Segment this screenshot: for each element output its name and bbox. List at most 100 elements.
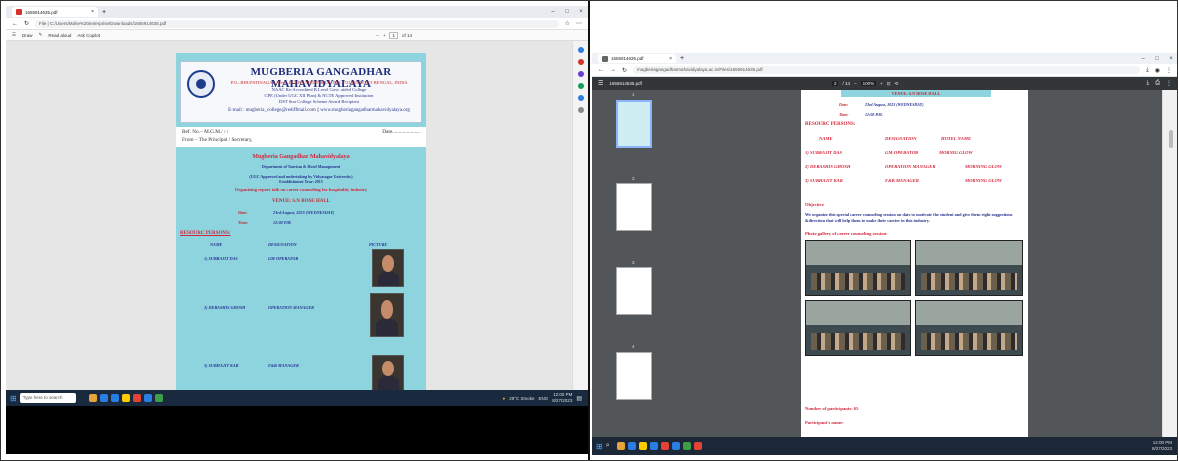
windows-start-icon[interactable]: ⊞ — [10, 394, 17, 403]
office-icon[interactable] — [577, 95, 584, 101]
close-window-button[interactable]: × — [1164, 56, 1178, 62]
app-icon[interactable] — [693, 442, 702, 450]
profile-icon[interactable]: ◉ — [1155, 67, 1160, 74]
file-explorer-icon[interactable] — [88, 394, 97, 402]
copilot-icon[interactable] — [577, 47, 584, 53]
date-label: Date: — [238, 210, 248, 215]
forward-icon[interactable]: → — [610, 67, 616, 73]
zoom-in-button[interactable]: + — [880, 81, 883, 86]
menu-icon[interactable]: ⋮ — [1166, 67, 1172, 74]
date-field: Date..................... — [382, 129, 420, 135]
language[interactable]: ENG — [539, 396, 549, 401]
chrome-icon[interactable] — [660, 442, 669, 450]
taskbar-search[interactable]: Type here to search — [19, 393, 76, 403]
menu-icon[interactable]: ☰ — [598, 80, 603, 87]
page-number-input[interactable]: 2 — [831, 81, 839, 86]
tab-title: 1655914635.pdf — [25, 9, 58, 15]
scroll-thumb[interactable] — [1168, 130, 1173, 148]
rotate-icon[interactable]: ⟲ — [895, 81, 899, 87]
excel-icon[interactable] — [682, 442, 691, 450]
shopping-icon[interactable] — [577, 59, 584, 65]
notification-icon[interactable]: ▤ — [576, 395, 582, 402]
time-label: Time: — [839, 112, 849, 117]
col-hotel: HOTEL NAME — [941, 136, 972, 141]
right-taskbar: ⊞ ⌕ 12:00 PM 8/27/2023 — [592, 437, 1178, 455]
minimize-button[interactable]: – — [546, 9, 560, 15]
right-pdf-tab[interactable]: 1655914635.pdf × — [598, 54, 676, 63]
close-tab-icon[interactable]: × — [669, 56, 672, 62]
person-name: 1) SUBRAJIT DAS — [204, 256, 238, 261]
search-icon[interactable]: ⌕ — [606, 442, 610, 450]
more-icon[interactable]: ⋮ — [1166, 80, 1172, 87]
windows-start-icon[interactable]: ⊞ — [596, 442, 603, 451]
folder-icon[interactable] — [638, 442, 647, 450]
mail-icon[interactable] — [649, 442, 658, 450]
folder-icon[interactable] — [121, 394, 130, 402]
tools-icon[interactable] — [577, 71, 584, 77]
draw-button[interactable]: Draw — [22, 33, 33, 38]
fit-page-icon[interactable]: ⊡ — [887, 81, 891, 87]
url-input[interactable]: File | C:/Users/Mahe%20enterprise/Downlo… — [35, 19, 559, 28]
weather-icon[interactable]: ● — [503, 396, 506, 401]
maximize-button[interactable]: □ — [1150, 56, 1164, 62]
col-name: NAME — [819, 136, 833, 141]
read-aloud-button[interactable]: Read aloud — [48, 33, 71, 38]
thumbnail-page-2[interactable] — [616, 183, 652, 231]
left-browser-window: 1655914635.pdf × + – □ × ← ↻ File | C:/U… — [6, 6, 588, 454]
refresh-icon[interactable]: ↻ — [622, 67, 627, 74]
download-icon[interactable]: ⤓ — [1147, 80, 1150, 87]
zoom-level[interactable]: 100% — [860, 81, 877, 86]
thumbnail-page-4[interactable] — [616, 352, 652, 400]
pdf-document-area[interactable]: VENUE: S.N BOSE HALL Date: 23rd August, … — [678, 90, 1162, 437]
add-icon[interactable] — [577, 107, 584, 113]
maximize-button[interactable]: □ — [560, 9, 574, 15]
ask-copilot-button[interactable]: Ask Copilot — [77, 33, 100, 38]
department: Department of Tourism & Hotel Management — [261, 164, 341, 169]
college-logo — [187, 70, 215, 98]
close-window-button[interactable]: × — [574, 9, 588, 15]
left-pdf-tab[interactable]: 1655914635.pdf × — [12, 7, 98, 17]
word-icon[interactable] — [671, 442, 680, 450]
highlight-icon[interactable]: ✎ — [39, 32, 43, 38]
back-icon[interactable]: ← — [598, 67, 604, 73]
zoom-out-button[interactable]: − — [854, 81, 857, 86]
right-side-rail — [572, 41, 588, 390]
thumbnail-page-1[interactable] — [616, 100, 652, 148]
new-tab-button[interactable]: + — [102, 9, 106, 16]
excel-icon[interactable] — [154, 394, 163, 402]
table-of-contents-icon[interactable]: ☰ — [12, 32, 16, 38]
favorite-star-icon[interactable]: ☆ — [565, 20, 570, 27]
print-icon[interactable]: ⎙ — [1155, 80, 1160, 87]
new-tab-button[interactable]: + — [680, 55, 684, 62]
minimize-button[interactable]: – — [1136, 56, 1150, 62]
word-icon[interactable] — [143, 394, 152, 402]
refresh-icon[interactable]: ↻ — [24, 20, 29, 27]
right-tab-bar: 1655914635.pdf × + – □ × — [592, 53, 1178, 64]
black-area — [6, 406, 588, 454]
pdf-viewer[interactable]: MUGBERIA GANGADHAR MAHAVIDYALAYA P.O.–BH… — [6, 41, 572, 390]
person-name: 2) DEBASHIS GHOSH — [805, 164, 851, 169]
thumbnail-page-3[interactable] — [616, 267, 652, 315]
url-input[interactable]: mugberiagangadharmahavidyalaya.ac.in/Fil… — [633, 66, 1141, 74]
person-name: 3) SUBHAJIT KAR — [805, 178, 843, 183]
close-tab-icon[interactable]: × — [91, 9, 94, 15]
time-value: 12:00 P.M. — [865, 112, 883, 117]
edge-icon[interactable] — [627, 442, 636, 450]
venue-bar: VENUE: S.N BOSE HALL — [841, 90, 991, 97]
chrome-icon[interactable] — [132, 394, 141, 402]
back-icon[interactable]: ← — [12, 21, 18, 27]
file-explorer-icon[interactable] — [616, 442, 625, 450]
download-icon[interactable]: ⤓ — [1146, 67, 1149, 74]
edge-icon[interactable] — [99, 394, 108, 402]
zoom-in-button[interactable]: + — [383, 33, 386, 38]
person-designation: GM-OPERATOR — [885, 150, 919, 155]
page-number-input[interactable]: 1 — [389, 31, 398, 39]
screen-divider — [588, 0, 590, 461]
vertical-scrollbar[interactable] — [1162, 90, 1178, 437]
outlook-icon[interactable] — [577, 83, 584, 89]
mail-icon[interactable] — [110, 394, 119, 402]
ref-row: Ref. No.– M.G.M./ / / Date...............… — [176, 127, 426, 147]
settings-more-icon[interactable]: ⋯ — [576, 20, 582, 27]
col-name: NAME — [210, 242, 223, 247]
zoom-out-button[interactable]: − — [376, 33, 379, 38]
